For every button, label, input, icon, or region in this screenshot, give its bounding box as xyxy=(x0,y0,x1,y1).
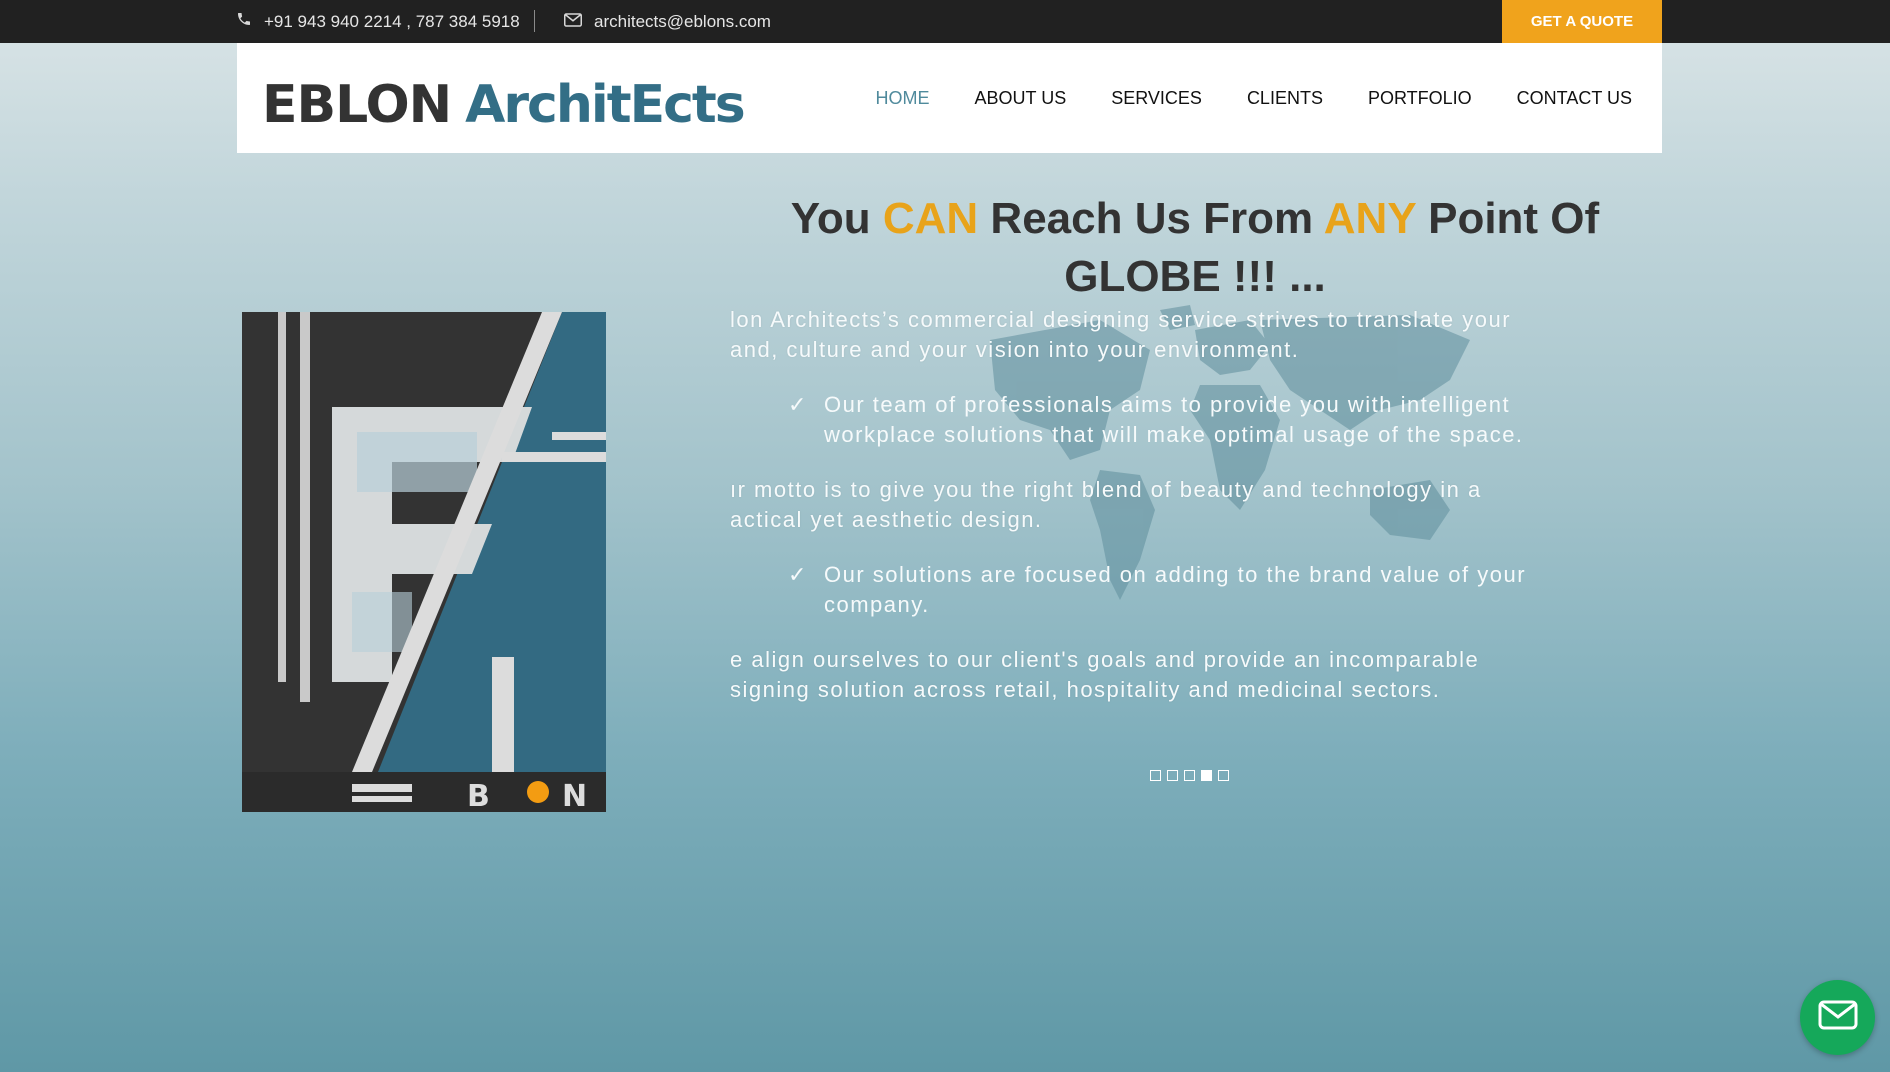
logo-word-architects: ArchitEcts xyxy=(465,75,746,135)
svg-text:B: B xyxy=(467,779,490,812)
headline-highlight-can: CAN xyxy=(882,194,979,243)
site-header: EBLON ArchitEcts HOME ABOUT US SERVICES … xyxy=(237,43,1662,153)
slider-dot-3[interactable] xyxy=(1184,770,1195,781)
svg-text:N: N xyxy=(562,779,587,812)
paragraph-2-line-1: ır motto is to give you the right blend … xyxy=(730,477,1482,502)
nav-portfolio[interactable]: PORTFOLIO xyxy=(1368,88,1472,109)
paragraph-1-line-2: and, culture and your vision into your e… xyxy=(730,337,1300,362)
top-bar: +91 943 940 2214 , 787 384 5918 architec… xyxy=(0,0,1890,43)
slider-dot-4-active[interactable] xyxy=(1201,770,1212,781)
headline-part: Point Of xyxy=(1415,194,1600,243)
bullet-1-line-1: Our team of professionals aims to provid… xyxy=(824,392,1511,417)
main-nav: HOME ABOUT US SERVICES CLIENTS PORTFOLIO… xyxy=(876,43,1632,153)
logo-word-eblon: EBLON xyxy=(262,75,452,135)
phone-text: +91 943 940 2214 , 787 384 5918 xyxy=(264,11,520,31)
slider-dot-5[interactable] xyxy=(1218,770,1229,781)
slider-dot-1[interactable] xyxy=(1150,770,1161,781)
checkmark-icon: ✓ xyxy=(788,392,808,417)
nav-clients[interactable]: CLIENTS xyxy=(1247,88,1323,109)
email-text: architects@eblons.com xyxy=(594,11,771,31)
paragraph-3-line-2: signing solution across retail, hospital… xyxy=(730,677,1441,702)
nav-home[interactable]: HOME xyxy=(876,88,930,109)
headline-highlight-any: ANY xyxy=(1323,194,1416,243)
headline-part: Reach Us From xyxy=(978,194,1324,243)
paragraph-1: lon Architects’s commercial designing se… xyxy=(730,305,1511,365)
slider-dot-2[interactable] xyxy=(1167,770,1178,781)
bullet-1-line-2: workplace solutions that will make optim… xyxy=(824,422,1524,447)
headline-part: You xyxy=(790,194,883,243)
hero-headline: You CAN Reach Us From ANY Point Of GLOBE… xyxy=(730,190,1660,306)
paragraph-3-line-1: e align ourselves to our client's goals … xyxy=(730,647,1480,672)
hero-body: lon Architects’s commercial designing se… xyxy=(730,300,1660,720)
nav-about-us[interactable]: ABOUT US xyxy=(975,88,1067,109)
bullet-2-line-2: company. xyxy=(824,592,930,617)
paragraph-1-line-1: lon Architects’s commercial designing se… xyxy=(730,307,1512,332)
paragraph-3: e align ourselves to our client's goals … xyxy=(730,645,1479,705)
bullet-2-line-1: Our solutions are focused on adding to t… xyxy=(824,562,1527,587)
envelope-icon xyxy=(1818,1000,1858,1035)
envelope-icon xyxy=(564,12,594,32)
eblon-emblem-image: B N xyxy=(242,312,606,814)
nav-services[interactable]: SERVICES xyxy=(1111,88,1202,109)
topbar-divider xyxy=(534,10,535,32)
headline-line2: GLOBE !!! ... xyxy=(1064,252,1326,301)
contact-mail-button[interactable] xyxy=(1800,980,1875,1055)
slider-pagination xyxy=(1150,770,1229,781)
get-a-quote-button[interactable]: GET A QUOTE xyxy=(1502,0,1662,43)
paragraph-2: ır motto is to give you the right blend … xyxy=(730,475,1482,535)
nav-contact-us[interactable]: CONTACT US xyxy=(1517,88,1632,109)
checkmark-icon: ✓ xyxy=(788,562,808,587)
email-contact[interactable]: architects@eblons.com xyxy=(564,0,771,43)
phone-icon xyxy=(236,11,264,32)
site-logo[interactable]: EBLON ArchitEcts xyxy=(262,63,746,135)
phone-contact[interactable]: +91 943 940 2214 , 787 384 5918 xyxy=(236,0,520,43)
paragraph-2-line-2: actical yet aesthetic design. xyxy=(730,507,1043,532)
